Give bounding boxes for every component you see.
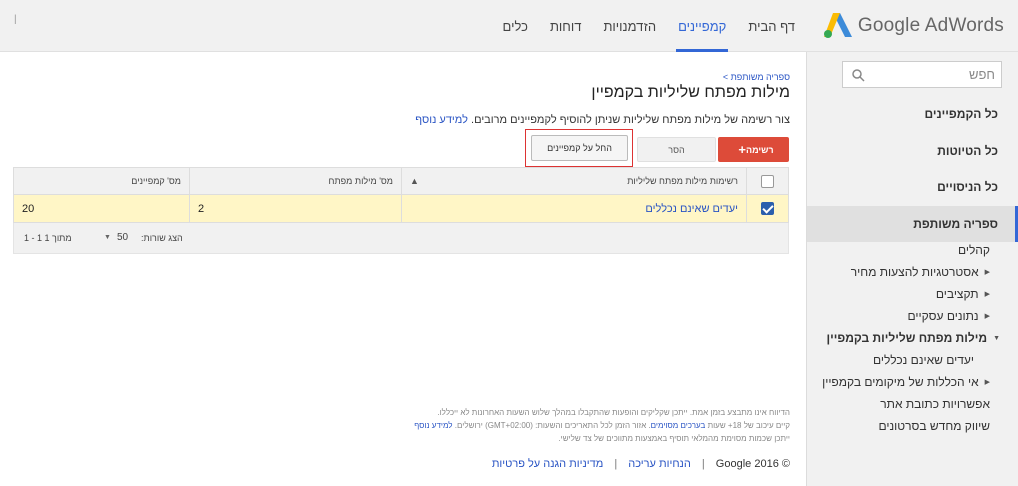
tab-home[interactable]: דף הבית	[737, 0, 806, 52]
header-keyword-count[interactable]: מס' מילות מפתח	[189, 167, 402, 195]
sidebar-item-url-options[interactable]: אפשרויות כתובת אתר	[807, 393, 1018, 415]
sidebar-item-label: מילות מפתח שליליות בקמפיין	[826, 331, 988, 345]
sidebar-item-label: שיווק מחדש בסרטונים	[878, 419, 990, 433]
expand-arrow-icon[interactable]: ▶	[985, 284, 990, 306]
sidebar-shared-library[interactable]: ספריה משותפת	[807, 206, 1018, 242]
header-campaign-count[interactable]: מס' קמפיינים	[13, 167, 190, 195]
row-checkbox[interactable]	[761, 202, 774, 215]
header-select-all-cell	[746, 167, 789, 195]
sidebar-item-label: אפשרויות כתובת אתר	[880, 397, 990, 411]
tab-campaigns[interactable]: קמפיינים	[667, 0, 737, 52]
sort-ascending-icon[interactable]: ▲	[410, 176, 419, 186]
sidebar-item-label: נתונים עסקיים	[907, 309, 979, 323]
expand-arrow-icon[interactable]: ▶	[985, 262, 990, 284]
page-description: צור רשימה של מילות מפתח שליליות שניתן לה…	[415, 114, 790, 126]
list-name-cell: יעדים שאינם נכללים	[401, 194, 747, 223]
sidebar-item-audiences[interactable]: קהלים	[807, 239, 1018, 261]
privacy-policy-link[interactable]: מדיניות הגנה על פרטיות	[492, 458, 603, 470]
header-label: מס' קמפיינים	[131, 176, 181, 186]
breadcrumb[interactable]: ספריה משותפת >	[723, 72, 790, 82]
footer-separator: |	[701, 458, 705, 470]
chevron-down-icon: ▼	[104, 234, 111, 241]
corner-mark: |	[14, 14, 17, 25]
copyright-text: © 2016 Google	[715, 458, 790, 470]
sidebar-item-label: קהלים	[957, 243, 990, 257]
add-list-button[interactable]: + רשימה	[718, 137, 789, 162]
sidebar-item-label: אסטרטגיות להצעות מחיר	[850, 265, 979, 279]
pagination-range: 1 - 1 מתוך 1	[24, 233, 72, 243]
certain-values-link[interactable]: בערכים מסוימים	[651, 421, 706, 430]
sidebar-item-label: יעדים שאינם נכללים	[873, 353, 974, 367]
sidebar-item-business-data[interactable]: ▶ נתונים עסקיים	[807, 305, 1018, 327]
sidebar-item-label: אי הכללות של מיקומים בקמפיין	[822, 375, 979, 389]
rows-per-page-value: 50	[116, 232, 129, 243]
header-label: מס' מילות מפתח	[328, 176, 393, 186]
sidebar-item-excluded-goals[interactable]: יעדים שאינם נכללים	[807, 349, 1018, 371]
sidebar-item-placement-exclusions[interactable]: ▶ אי הכללות של מיקומים בקמפיין	[807, 371, 1018, 393]
keyword-count-cell: 2	[189, 194, 402, 223]
adwords-logo-icon	[823, 13, 852, 38]
expand-arrow-icon[interactable]: ▶	[985, 372, 990, 394]
table-header-row: רשימות מילות מפתח שליליות ▲ מס' מילות מפת…	[13, 167, 789, 195]
sidebar-item-budgets[interactable]: ▶ תקציבים	[807, 283, 1018, 305]
tab-opportunities[interactable]: הזדמנויות	[592, 0, 667, 52]
sidebar-item-negative-keywords[interactable]: ▼ מילות מפתח שליליות בקמפיין	[807, 327, 1018, 349]
editorial-guidelines-link[interactable]: הנחיות עריכה	[628, 458, 691, 470]
page-title: מילות מפתח שליליות בקמפיין	[591, 84, 790, 101]
main-nav: דף הבית קמפיינים הזדמנויות דוחות כלים	[492, 0, 806, 52]
negative-keyword-lists-table: רשימות מילות מפתח שליליות ▲ מס' מילות מפת…	[13, 167, 789, 223]
collapse-arrow-icon[interactable]: ▼	[993, 328, 1000, 350]
list-name-link[interactable]: יעדים שאינם נכללים	[645, 203, 738, 215]
campaign-count-cell: 20	[13, 194, 190, 223]
select-all-checkbox[interactable]	[761, 174, 774, 188]
footnote-learn-more-link[interactable]: למידע נוסף	[414, 421, 452, 430]
top-bar: | דף הבית קמפיינים הזדמנויות דוחות כלים …	[0, 0, 1018, 52]
add-list-label: רשימה	[746, 144, 774, 155]
footnote-line-2: קיים עיכוב של 18+ שעות בערכים מסוימים. א…	[414, 421, 790, 430]
search-box[interactable]	[842, 61, 1002, 88]
footnote-text: קיים עיכוב של 18+ שעות	[707, 421, 790, 430]
footnote-line-3: ייתכן שכמות מסוימת מהמלאי תוסיף באמצעות …	[558, 434, 790, 443]
footer-separator: |	[614, 458, 618, 470]
sidebar-all-drafts[interactable]: כל הטיוטות	[807, 133, 1018, 169]
table-row: יעדים שאינם נכללים 2 20	[13, 194, 789, 223]
header-label: רשימות מילות מפתח שליליות	[627, 176, 738, 186]
plus-icon: +	[738, 142, 746, 157]
sidebar-item-label: תקציבים	[935, 287, 979, 301]
search-input[interactable]	[875, 62, 995, 87]
row-select-cell	[746, 194, 789, 223]
footnote-line-1: הדיווח אינו מתבצע בזמן אמת. ייתכן שקליקי…	[437, 408, 790, 417]
sidebar-all-experiments[interactable]: כל הניסויים	[807, 169, 1018, 205]
search-icon[interactable]	[851, 68, 865, 82]
sidebar: כל הקמפיינים כל הטיוטות כל הניסויים ספרי…	[806, 52, 1018, 486]
sidebar-item-bid-strategies[interactable]: ▶ אסטרטגיות להצעות מחיר	[807, 261, 1018, 283]
remove-button[interactable]: הסר	[637, 137, 716, 162]
header-list-name[interactable]: רשימות מילות מפתח שליליות ▲	[401, 167, 747, 195]
rows-per-page-select[interactable]: ▼ 50	[104, 232, 128, 243]
tab-tools[interactable]: כלים	[492, 0, 539, 52]
expand-arrow-icon[interactable]: ▶	[985, 306, 990, 328]
sidebar-all-campaigns[interactable]: כל הקמפיינים	[807, 96, 1018, 132]
description-text: צור רשימה של מילות מפתח שליליות שניתן לה…	[471, 114, 790, 126]
adwords-logo[interactable]: Google AdWords	[823, 12, 1004, 40]
pagination-bar: 1 - 1 מתוך 1 ▼ 50 הצג שורות:	[13, 223, 789, 254]
learn-more-link[interactable]: למידע נוסף	[415, 114, 468, 126]
tab-reports[interactable]: דוחות	[539, 0, 593, 52]
apply-to-campaigns-button[interactable]: החל על קמפיינים	[531, 135, 628, 161]
rows-per-page-label: הצג שורות:	[141, 233, 183, 243]
footer: © 2016 Google | הנחיות עריכה | מדיניות ה…	[492, 458, 790, 470]
logo-text: Google AdWords	[857, 15, 1004, 36]
footnote-text: . אזור הזמן לכל התאריכים והשעות: (GMT+02…	[454, 421, 651, 430]
sidebar-item-video-remarketing[interactable]: שיווק מחדש בסרטונים	[807, 415, 1018, 437]
